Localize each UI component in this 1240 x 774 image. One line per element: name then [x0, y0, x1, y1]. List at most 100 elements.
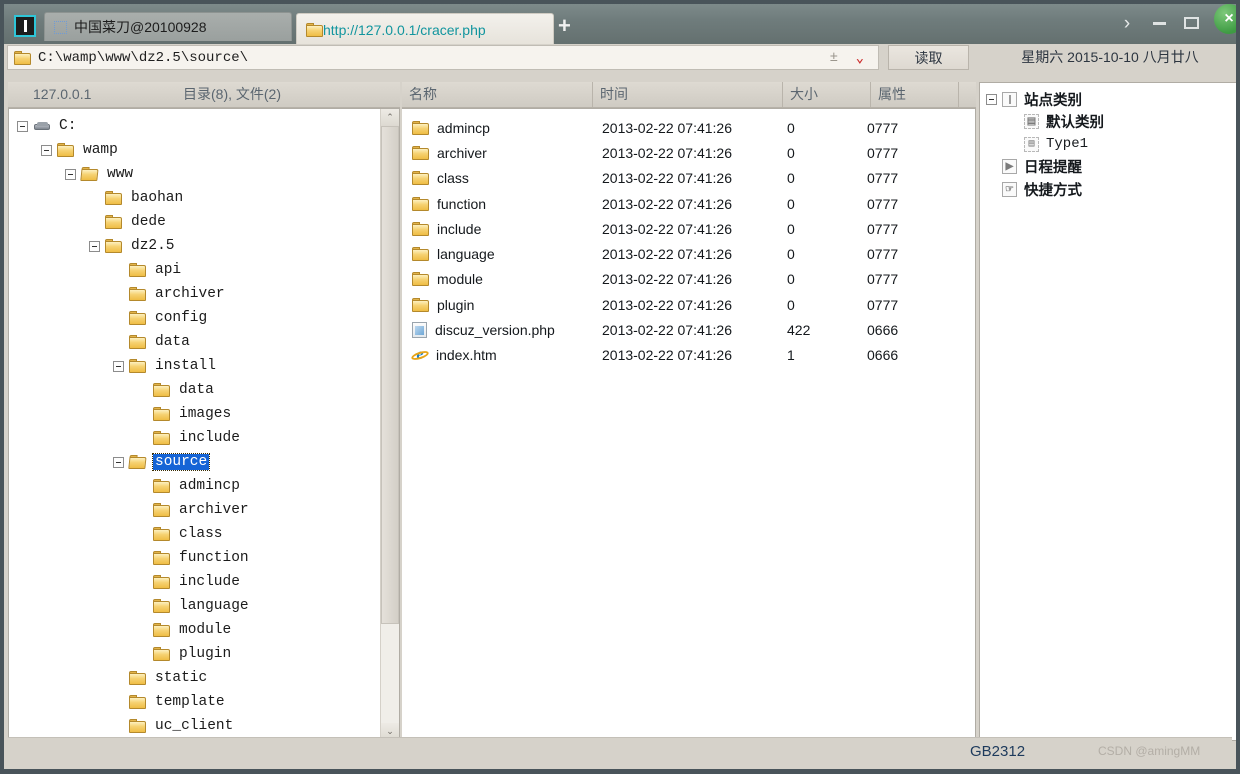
file-size-cell: 0 — [787, 144, 795, 161]
tree-node[interactable]: function — [17, 546, 399, 570]
folder-icon — [129, 695, 146, 709]
file-attr-cell: 0777 — [867, 246, 899, 263]
tree-node[interactable]: api — [17, 258, 399, 282]
folder-icon — [105, 191, 122, 205]
tree-node[interactable]: include — [17, 570, 399, 594]
site-category-node[interactable]: ▶ 日程提醒 — [986, 156, 1236, 179]
tree-node-label: template — [155, 694, 225, 710]
tab-file-manager[interactable]: http://127.0.0.1/cracer.php — [296, 13, 554, 46]
tree-node[interactable]: plugin — [17, 642, 399, 666]
table-row[interactable]: module 2013-02-22 07:41:26 0 0777 — [402, 267, 975, 292]
tree-node[interactable]: language — [17, 594, 399, 618]
tree-node[interactable]: install — [17, 354, 399, 378]
tree-node[interactable]: include — [17, 426, 399, 450]
site-category-node[interactable]: ☞ 快捷方式 — [986, 178, 1236, 201]
collapse-toggle-icon[interactable] — [89, 240, 100, 252]
tree-node-label: include — [179, 574, 240, 590]
folder-icon — [153, 431, 170, 445]
collapse-toggle-icon[interactable] — [41, 144, 52, 156]
collapse-toggle-icon[interactable] — [65, 168, 76, 180]
tree-node[interactable]: config — [17, 306, 399, 330]
table-row[interactable]: plugin 2013-02-22 07:41:26 0 0777 — [402, 292, 975, 317]
file-size-cell: 0 — [787, 220, 795, 237]
tree-node[interactable]: template — [17, 690, 399, 714]
file-time-cell: 2013-02-22 07:41:26 — [602, 347, 732, 364]
site-category-node[interactable]: ▤ Type1 — [986, 133, 1236, 156]
column-header-name[interactable]: 名称 — [402, 82, 592, 107]
tree-node[interactable]: static — [17, 666, 399, 690]
collapse-toggle-icon[interactable] — [113, 456, 124, 468]
tree-node[interactable]: wamp — [17, 138, 399, 162]
scroll-thumb[interactable] — [381, 126, 399, 624]
tree-node[interactable]: source — [17, 450, 399, 474]
table-row[interactable]: discuz_version.php 2013-02-22 07:41:26 422… — [402, 317, 975, 342]
file-time-cell: 2013-02-22 07:41:26 — [602, 220, 732, 237]
directory-tree-panel[interactable]: C: wamp www baohan dede dz2.5 api archiver confi… — [8, 108, 400, 741]
window-icon — [1002, 91, 1017, 107]
site-category-node[interactable]: 站点类别 — [986, 88, 1236, 111]
tree-node-label: static — [155, 670, 208, 686]
close-button[interactable]: × — [1214, 4, 1236, 34]
list-column-header: 名称 时间 大小 属性 — [402, 82, 976, 108]
column-header-attr[interactable]: 属性 — [870, 82, 958, 107]
tree-scrollbar[interactable]: ⌃ ⌄ — [380, 109, 399, 740]
column-header-time[interactable]: 时间 — [592, 82, 782, 107]
site-category-node[interactable]: ▤ 默认类别 — [986, 111, 1236, 134]
collapse-toggle-icon[interactable] — [986, 93, 997, 105]
minimize-button[interactable] — [1150, 14, 1168, 32]
collapse-toggle-icon[interactable] — [113, 360, 124, 372]
table-row[interactable]: e index.htm 2013-02-22 07:41:26 1 0666 — [402, 343, 975, 368]
tree-node[interactable]: module — [17, 618, 399, 642]
collapse-toggle-icon[interactable] — [17, 120, 28, 132]
table-row[interactable]: function 2013-02-22 07:41:26 0 0777 — [402, 191, 975, 216]
table-row[interactable]: archiver 2013-02-22 07:41:26 0 0777 — [402, 140, 975, 165]
tree-node[interactable]: data — [17, 378, 399, 402]
file-size-cell: 0 — [787, 170, 795, 187]
tree-node-label: www — [107, 166, 134, 182]
tree-node[interactable]: dz2.5 — [17, 234, 399, 258]
file-name-cell: module — [402, 271, 602, 287]
file-name-cell: function — [402, 196, 602, 212]
tree-node[interactable]: archiver — [17, 282, 399, 306]
table-row[interactable]: admincp 2013-02-22 07:41:26 0 0777 — [402, 115, 975, 140]
tree-node[interactable]: www — [17, 162, 399, 186]
new-tab-button[interactable]: + — [558, 15, 571, 37]
tree-node[interactable]: baohan — [17, 186, 399, 210]
site-category-panel[interactable]: 站点类别 ▤ 默认类别 ▤ Type1 ▶ 日程提醒 ☞ 快捷方式 — [979, 82, 1236, 741]
path-input[interactable]: C:\wamp\www\dz2.5\source\ ± ⌄ — [7, 45, 879, 70]
tree-node[interactable]: archiver — [17, 498, 399, 522]
maximize-button[interactable] — [1182, 14, 1200, 32]
file-time-cell: 2013-02-22 07:41:26 — [602, 271, 732, 288]
folder-icon — [153, 551, 170, 565]
column-header-size[interactable]: 大小 — [782, 82, 870, 107]
spinner-icon[interactable]: ± — [830, 50, 838, 66]
read-button[interactable]: 读取 — [888, 45, 969, 70]
tree-node-label: function — [179, 550, 249, 566]
chevron-down-icon[interactable]: ⌄ — [856, 50, 864, 67]
tree-node-label: images — [179, 406, 232, 422]
scroll-up-icon[interactable]: ⌃ — [381, 109, 399, 126]
file-name-cell: plugin — [402, 297, 602, 313]
table-row[interactable]: class 2013-02-22 07:41:26 0 0777 — [402, 166, 975, 191]
tab-session-list[interactable]: 中国菜刀@20100928 — [44, 12, 292, 41]
tree-node[interactable]: data — [17, 330, 399, 354]
expand-chevron-icon[interactable]: › — [1118, 14, 1136, 33]
tree-node[interactable]: admincp — [17, 474, 399, 498]
file-list-panel[interactable]: admincp 2013-02-22 07:41:26 0 0777 archiver 2… — [402, 108, 976, 741]
table-row[interactable]: include 2013-02-22 07:41:26 0 0777 — [402, 216, 975, 241]
folder-icon — [412, 221, 429, 236]
tree-node[interactable]: dede — [17, 210, 399, 234]
tree-node[interactable]: images — [17, 402, 399, 426]
tree-node[interactable]: class — [17, 522, 399, 546]
tree-node[interactable]: uc_client — [17, 714, 399, 738]
tree-node[interactable]: C: — [17, 114, 399, 138]
tree-node-label: class — [179, 526, 223, 542]
table-row[interactable]: language 2013-02-22 07:41:26 0 0777 — [402, 241, 975, 266]
